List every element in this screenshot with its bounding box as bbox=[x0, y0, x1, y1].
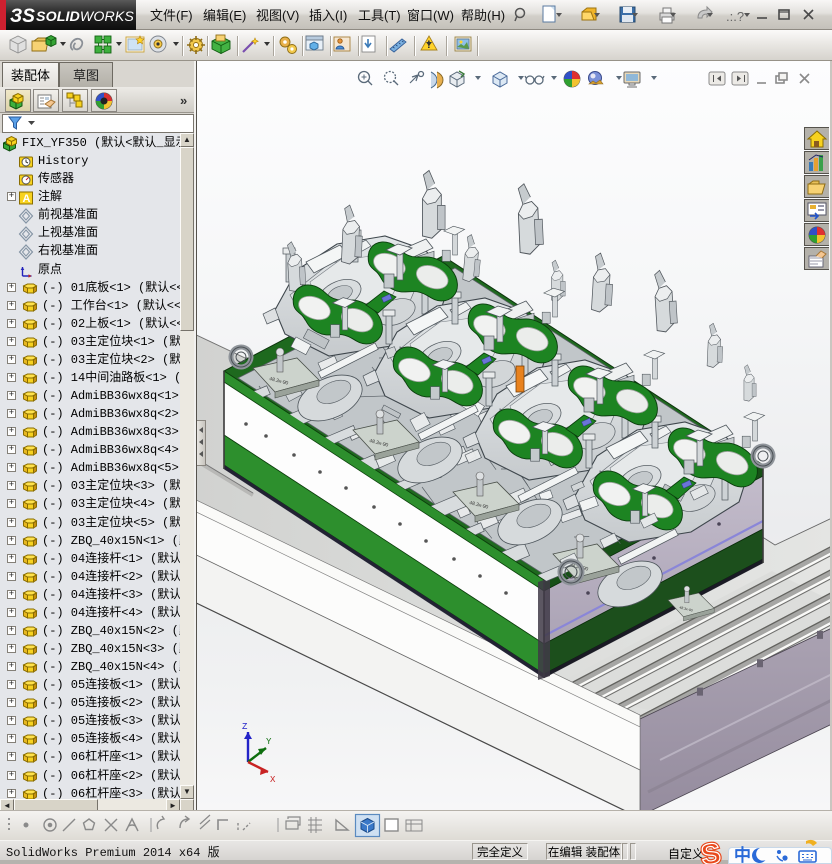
svg-text:X: X bbox=[270, 775, 276, 785]
svg-text:ЗS: ЗS bbox=[10, 6, 35, 27]
svg-text:S: S bbox=[700, 838, 723, 864]
svg-text:.:.?: .:.? bbox=[726, 9, 744, 24]
svg-text:Z: Z bbox=[242, 722, 248, 732]
svg-text:A: A bbox=[23, 193, 31, 205]
svg-text:SOLIDWORKS: SOLIDWORKS bbox=[36, 9, 134, 25]
svg-text:中: 中 bbox=[734, 841, 751, 864]
svg-text:Y: Y bbox=[266, 737, 272, 747]
